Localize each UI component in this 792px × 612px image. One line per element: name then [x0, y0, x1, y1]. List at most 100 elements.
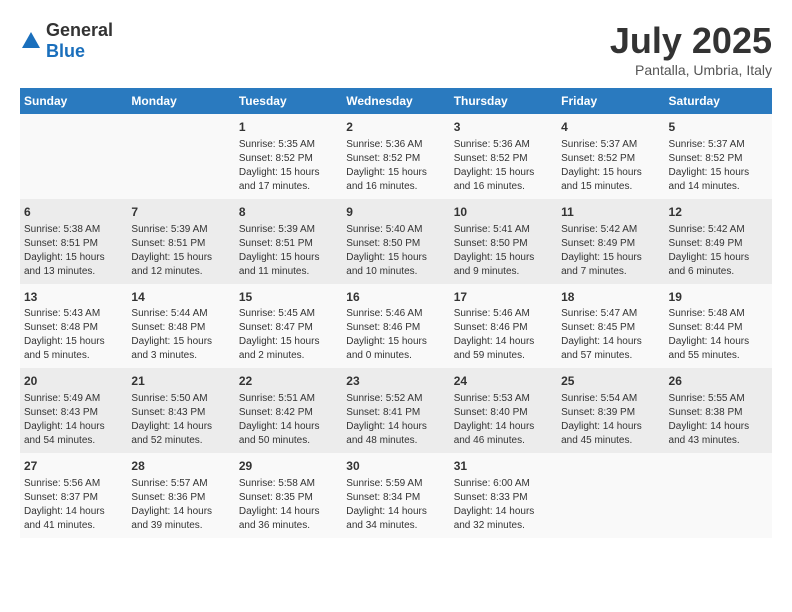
- day-number: 31: [454, 458, 553, 475]
- calendar-cell: 1Sunrise: 5:35 AM Sunset: 8:52 PM Daylig…: [235, 114, 342, 199]
- day-content: Sunrise: 5:54 AM Sunset: 8:39 PM Dayligh…: [561, 392, 660, 448]
- day-content: Sunrise: 5:43 AM Sunset: 8:48 PM Dayligh…: [24, 307, 123, 363]
- calendar-cell: 21 Sunrise: 5:50 AM Sunset: 8:43 PM Dayli…: [127, 368, 234, 453]
- calendar-cell: 11Sunrise: 5:42 AM Sunset: 8:49 PM Dayli…: [557, 199, 664, 284]
- calendar-table: SundayMondayTuesdayWednesdayThursdayFrid…: [20, 88, 772, 538]
- calendar-cell: 8 Sunrise: 5:39 AM Sunset: 8:51 PM Daylig…: [235, 199, 342, 284]
- day-number: 27: [24, 458, 123, 475]
- weekday-header-monday: Monday: [127, 88, 234, 114]
- day-number: 19: [669, 289, 768, 306]
- day-number: 15: [239, 289, 338, 306]
- logo-icon: [20, 30, 42, 52]
- day-content: Sunrise: 5:42 AM Sunset: 8:49 PM Dayligh…: [561, 223, 660, 279]
- day-number: 16: [346, 289, 445, 306]
- calendar-cell: 27 Sunrise: 5:56 AM Sunset: 8:37 PM Dayli…: [20, 453, 127, 538]
- calendar-week-row: 27 Sunrise: 5:56 AM Sunset: 8:37 PM Dayli…: [20, 453, 772, 538]
- day-content: Sunrise: 5:44 AM Sunset: 8:48 PM Dayligh…: [131, 307, 230, 363]
- day-number: 9: [346, 204, 445, 221]
- day-content: Sunrise: 5:55 AM Sunset: 8:38 PM Dayligh…: [669, 392, 768, 448]
- calendar-week-row: 1Sunrise: 5:35 AM Sunset: 8:52 PM Daylig…: [20, 114, 772, 199]
- calendar-cell: 31 Sunrise: 6:00 AM Sunset: 8:33 PM Dayli…: [450, 453, 557, 538]
- calendar-cell: 25 Sunrise: 5:54 AM Sunset: 8:39 PM Dayli…: [557, 368, 664, 453]
- day-number: 3: [454, 119, 553, 136]
- calendar-cell: 14Sunrise: 5:44 AM Sunset: 8:48 PM Dayli…: [127, 284, 234, 369]
- day-number: 18: [561, 289, 660, 306]
- calendar-cell: 7 Sunrise: 5:39 AM Sunset: 8:51 PM Daylig…: [127, 199, 234, 284]
- day-number: 10: [454, 204, 553, 221]
- calendar-cell: 16Sunrise: 5:46 AM Sunset: 8:46 PM Dayli…: [342, 284, 449, 369]
- day-number: 7: [131, 204, 230, 221]
- day-content: Sunrise: 5:49 AM Sunset: 8:43 PM Dayligh…: [24, 392, 123, 448]
- calendar-week-row: 6Sunrise: 5:38 AM Sunset: 8:51 PM Daylig…: [20, 199, 772, 284]
- calendar-cell: 3 Sunrise: 5:36 AM Sunset: 8:52 PM Daylig…: [450, 114, 557, 199]
- day-content: Sunrise: 5:46 AM Sunset: 8:46 PM Dayligh…: [346, 307, 445, 363]
- calendar-cell: 26 Sunrise: 5:55 AM Sunset: 8:38 PM Dayli…: [665, 368, 772, 453]
- logo-text: General Blue: [46, 20, 113, 62]
- weekday-header-tuesday: Tuesday: [235, 88, 342, 114]
- calendar-cell: 23 Sunrise: 5:52 AM Sunset: 8:41 PM Dayli…: [342, 368, 449, 453]
- location-title: Pantalla, Umbria, Italy: [610, 62, 772, 78]
- calendar-cell: 13Sunrise: 5:43 AM Sunset: 8:48 PM Dayli…: [20, 284, 127, 369]
- day-content: Sunrise: 5:42 AM Sunset: 8:49 PM Dayligh…: [669, 223, 768, 279]
- day-number: 28: [131, 458, 230, 475]
- day-content: Sunrise: 5:48 AM Sunset: 8:44 PM Dayligh…: [669, 307, 768, 363]
- logo-blue: Blue: [46, 41, 85, 61]
- day-content: Sunrise: 5:56 AM Sunset: 8:37 PM Dayligh…: [24, 477, 123, 533]
- calendar-week-row: 20 Sunrise: 5:49 AM Sunset: 8:43 PM Dayli…: [20, 368, 772, 453]
- logo-general: General: [46, 20, 113, 40]
- title-area: July 2025 Pantalla, Umbria, Italy: [610, 20, 772, 78]
- calendar-cell: 20 Sunrise: 5:49 AM Sunset: 8:43 PM Dayli…: [20, 368, 127, 453]
- calendar-cell: [665, 453, 772, 538]
- calendar-cell: 6Sunrise: 5:38 AM Sunset: 8:51 PM Daylig…: [20, 199, 127, 284]
- calendar-cell: 29 Sunrise: 5:58 AM Sunset: 8:35 PM Dayli…: [235, 453, 342, 538]
- day-content: Sunrise: 5:39 AM Sunset: 8:51 PM Dayligh…: [239, 223, 338, 279]
- day-content: Sunrise: 5:39 AM Sunset: 8:51 PM Dayligh…: [131, 223, 230, 279]
- day-content: Sunrise: 5:52 AM Sunset: 8:41 PM Dayligh…: [346, 392, 445, 448]
- day-number: 30: [346, 458, 445, 475]
- weekday-header-sunday: Sunday: [20, 88, 127, 114]
- calendar-cell: 2Sunrise: 5:36 AM Sunset: 8:52 PM Daylig…: [342, 114, 449, 199]
- weekday-header-thursday: Thursday: [450, 88, 557, 114]
- day-number: 13: [24, 289, 123, 306]
- weekday-header-saturday: Saturday: [665, 88, 772, 114]
- day-number: 25: [561, 373, 660, 390]
- day-content: Sunrise: 5:58 AM Sunset: 8:35 PM Dayligh…: [239, 477, 338, 533]
- day-number: 2: [346, 119, 445, 136]
- day-content: Sunrise: 5:51 AM Sunset: 8:42 PM Dayligh…: [239, 392, 338, 448]
- calendar-cell: [127, 114, 234, 199]
- day-number: 26: [669, 373, 768, 390]
- day-content: Sunrise: 5:38 AM Sunset: 8:51 PM Dayligh…: [24, 223, 123, 279]
- day-content: Sunrise: 5:36 AM Sunset: 8:52 PM Dayligh…: [454, 138, 553, 194]
- calendar-cell: 12Sunrise: 5:42 AM Sunset: 8:49 PM Dayli…: [665, 199, 772, 284]
- logo: General Blue: [20, 20, 113, 62]
- day-content: Sunrise: 5:41 AM Sunset: 8:50 PM Dayligh…: [454, 223, 553, 279]
- day-number: 24: [454, 373, 553, 390]
- calendar-cell: 5Sunrise: 5:37 AM Sunset: 8:52 PM Daylig…: [665, 114, 772, 199]
- calendar-cell: 10 Sunrise: 5:41 AM Sunset: 8:50 PM Dayli…: [450, 199, 557, 284]
- day-number: 14: [131, 289, 230, 306]
- day-content: Sunrise: 5:37 AM Sunset: 8:52 PM Dayligh…: [669, 138, 768, 194]
- day-content: Sunrise: 5:53 AM Sunset: 8:40 PM Dayligh…: [454, 392, 553, 448]
- weekday-header-friday: Friday: [557, 88, 664, 114]
- calendar-cell: 9 Sunrise: 5:40 AM Sunset: 8:50 PM Daylig…: [342, 199, 449, 284]
- day-number: 23: [346, 373, 445, 390]
- day-number: 8: [239, 204, 338, 221]
- day-content: Sunrise: 5:47 AM Sunset: 8:45 PM Dayligh…: [561, 307, 660, 363]
- calendar-cell: 19Sunrise: 5:48 AM Sunset: 8:44 PM Dayli…: [665, 284, 772, 369]
- day-content: Sunrise: 6:00 AM Sunset: 8:33 PM Dayligh…: [454, 477, 553, 533]
- page-header: General Blue July 2025 Pantalla, Umbria,…: [20, 20, 772, 78]
- calendar-cell: 4Sunrise: 5:37 AM Sunset: 8:52 PM Daylig…: [557, 114, 664, 199]
- day-content: Sunrise: 5:40 AM Sunset: 8:50 PM Dayligh…: [346, 223, 445, 279]
- day-content: Sunrise: 5:45 AM Sunset: 8:47 PM Dayligh…: [239, 307, 338, 363]
- calendar-week-row: 13Sunrise: 5:43 AM Sunset: 8:48 PM Dayli…: [20, 284, 772, 369]
- day-number: 1: [239, 119, 338, 136]
- calendar-cell: 24 Sunrise: 5:53 AM Sunset: 8:40 PM Dayli…: [450, 368, 557, 453]
- day-number: 4: [561, 119, 660, 136]
- day-number: 29: [239, 458, 338, 475]
- weekday-header-row: SundayMondayTuesdayWednesdayThursdayFrid…: [20, 88, 772, 114]
- day-number: 22: [239, 373, 338, 390]
- day-content: Sunrise: 5:50 AM Sunset: 8:43 PM Dayligh…: [131, 392, 230, 448]
- day-number: 21: [131, 373, 230, 390]
- calendar-cell: 15Sunrise: 5:45 AM Sunset: 8:47 PM Dayli…: [235, 284, 342, 369]
- day-number: 20: [24, 373, 123, 390]
